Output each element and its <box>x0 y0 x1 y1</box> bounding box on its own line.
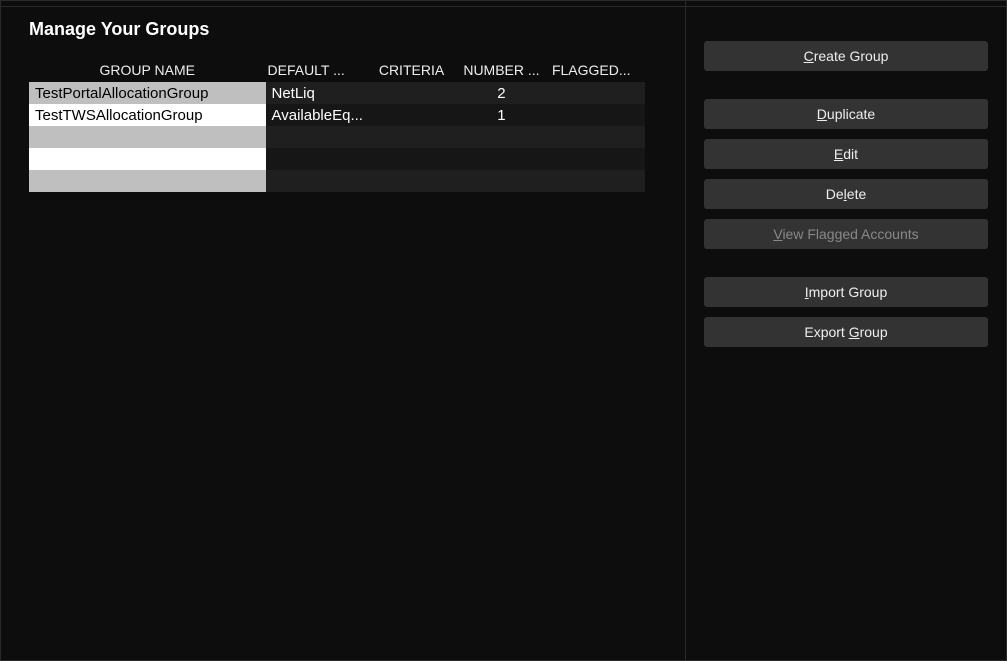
create-group-button[interactable]: Create Group <box>704 41 988 71</box>
cell-empty[interactable] <box>453 126 550 148</box>
cell-criteria[interactable] <box>370 82 453 104</box>
cell-flagged[interactable] <box>550 104 645 126</box>
main-panel: Manage Your Groups GROUP NAME DEFAULT ..… <box>1 1 686 660</box>
table-header-row: GROUP NAME DEFAULT ... CRITERIA NUMBER .… <box>29 58 645 82</box>
table-row[interactable]: TestTWSAllocationGroupAvailableEq... 1 <box>29 104 645 126</box>
col-group-name[interactable]: GROUP NAME <box>29 58 266 82</box>
cell-empty[interactable] <box>29 148 266 170</box>
cell-empty[interactable] <box>550 170 645 192</box>
cell-empty[interactable] <box>453 148 550 170</box>
side-panel: Create Group Duplicate Edit Delete View … <box>686 1 1006 660</box>
cell-empty[interactable] <box>550 126 645 148</box>
col-number[interactable]: NUMBER ... <box>453 58 550 82</box>
cell-empty[interactable] <box>370 126 453 148</box>
col-criteria[interactable]: CRITERIA <box>370 58 453 82</box>
cell-empty[interactable] <box>453 170 550 192</box>
cell-empty[interactable] <box>266 148 371 170</box>
duplicate-button[interactable]: Duplicate <box>704 99 988 129</box>
cell-empty[interactable] <box>266 126 371 148</box>
cell-criteria[interactable] <box>370 104 453 126</box>
col-flagged[interactable]: FLAGGED... <box>550 58 645 82</box>
cell-empty[interactable] <box>550 148 645 170</box>
table-row-empty[interactable] <box>29 170 645 192</box>
export-group-button[interactable]: Export Group <box>704 317 988 347</box>
table-row[interactable]: TestPortalAllocationGroupNetLiq 2 <box>29 82 645 104</box>
cell-default[interactable]: AvailableEq... <box>266 104 371 126</box>
cell-default[interactable]: NetLiq <box>266 82 371 104</box>
page-title: Manage Your Groups <box>29 19 685 40</box>
cell-number[interactable]: 2 <box>453 82 550 104</box>
col-default[interactable]: DEFAULT ... <box>266 58 371 82</box>
groups-table: GROUP NAME DEFAULT ... CRITERIA NUMBER .… <box>29 58 645 192</box>
cell-group-name[interactable]: TestPortalAllocationGroup <box>29 82 266 104</box>
table-row-empty[interactable] <box>29 148 645 170</box>
cell-flagged[interactable] <box>550 82 645 104</box>
view-flagged-accounts-button: View Flagged Accounts <box>704 219 988 249</box>
cell-group-name[interactable]: TestTWSAllocationGroup <box>29 104 266 126</box>
delete-button[interactable]: Delete <box>704 179 988 209</box>
cell-number[interactable]: 1 <box>453 104 550 126</box>
edit-button[interactable]: Edit <box>704 139 988 169</box>
cell-empty[interactable] <box>266 170 371 192</box>
import-group-button[interactable]: Import Group <box>704 277 988 307</box>
cell-empty[interactable] <box>29 126 266 148</box>
tabs-strip <box>1 1 1006 7</box>
cell-empty[interactable] <box>370 170 453 192</box>
table-row-empty[interactable] <box>29 126 645 148</box>
cell-empty[interactable] <box>370 148 453 170</box>
cell-empty[interactable] <box>29 170 266 192</box>
